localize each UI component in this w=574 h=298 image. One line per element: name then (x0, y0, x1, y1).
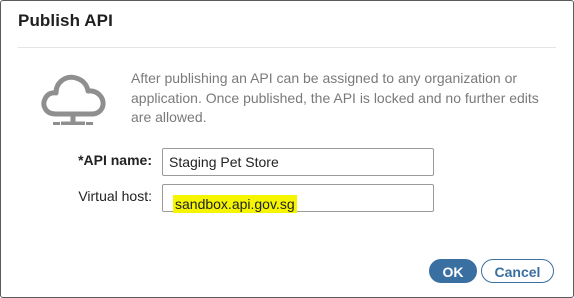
virtual-host-input[interactable]: sandbox.api.gov.sg (162, 184, 434, 213)
virtual-host-value: sandbox.api.gov.sg (173, 195, 297, 213)
dialog-title: Publish API (18, 11, 113, 30)
title-divider (18, 47, 556, 48)
ok-button[interactable]: OK (429, 259, 477, 283)
api-name-value: Staging Pet Store (169, 154, 279, 170)
api-name-label: *API name: (78, 152, 152, 168)
publish-message: After publishing an API can be assigned … (131, 70, 539, 125)
virtual-host-label: Virtual host: (78, 188, 152, 204)
publish-api-dialog: Publish API After publishing an API can … (0, 0, 574, 298)
api-name-input[interactable]: Staging Pet Store (162, 148, 434, 176)
cancel-button[interactable]: Cancel (481, 259, 554, 283)
cloud-network-icon (41, 74, 106, 125)
